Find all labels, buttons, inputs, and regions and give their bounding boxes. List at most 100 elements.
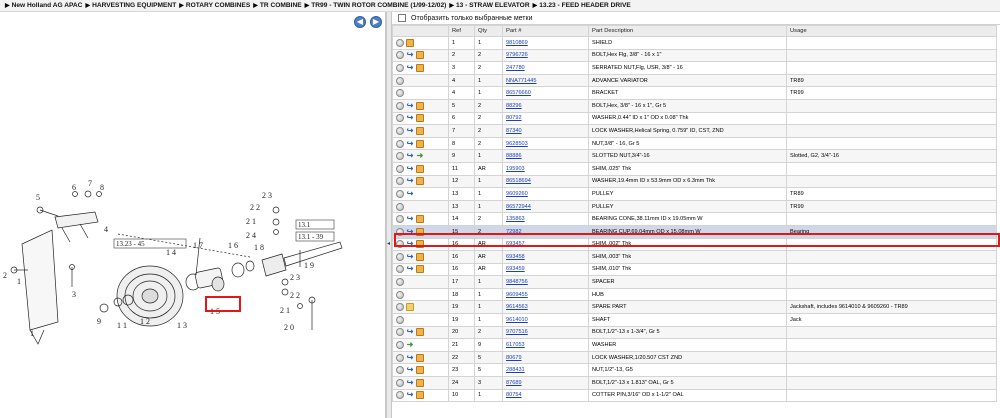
add-to-cart-icon[interactable] <box>396 126 404 135</box>
part-number-link[interactable]: 87340 <box>506 128 522 134</box>
package-icon[interactable] <box>416 252 424 261</box>
add-to-cart-icon[interactable] <box>396 139 404 148</box>
part-number-link[interactable]: NNA771445 <box>506 78 536 84</box>
callout-1b[interactable]: 1 <box>30 329 34 338</box>
col-usage[interactable]: Usage <box>786 25 997 37</box>
package-icon[interactable] <box>406 38 414 47</box>
breadcrumb-item[interactable]: ▶ HARVESTING EQUIPMENT <box>82 2 176 9</box>
breadcrumb-item[interactable]: ▶ TR99 - TWIN ROTOR COMBINE (1/99-12/02) <box>302 2 447 9</box>
add-to-cart-icon[interactable] <box>396 189 404 198</box>
callout-17[interactable]: 1 7 <box>193 241 203 250</box>
link-arrow-icon[interactable]: ↪ <box>406 391 414 399</box>
part-number-link[interactable]: 88886 <box>506 153 522 159</box>
col-desc[interactable]: Part Description <box>588 25 787 37</box>
back-button[interactable]: ◀ <box>354 16 366 28</box>
table-row[interactable]: ↪ 2 2 9796726 BOLT,Hex Flg, 3/8" - 16 x 1" <box>392 48 997 63</box>
go-arrow-icon[interactable]: ➜ <box>406 341 414 349</box>
col-part[interactable]: Part # <box>502 25 589 37</box>
part-number-link[interactable]: 9707516 <box>506 329 528 335</box>
part-number-link[interactable]: 617053 <box>506 342 525 348</box>
section-label-1[interactable]: 13.23 - 45 <box>116 240 145 248</box>
package-icon[interactable] <box>416 126 424 135</box>
forward-button[interactable]: ▶ <box>370 16 382 28</box>
table-row[interactable]: ↪ 14 2 135863 BEARING CONE,38.11mm ID x 19.0… <box>392 212 997 226</box>
part-number-link[interactable]: 247780 <box>506 65 525 71</box>
table-row[interactable]: ↪ 16 AR 693458 SHIM,.003" Thk <box>392 250 997 264</box>
link-arrow-icon[interactable]: ↪ <box>406 240 414 248</box>
add-to-cart-icon[interactable] <box>396 76 404 85</box>
part-number-link[interactable]: 693459 <box>506 266 525 272</box>
part-number-link[interactable]: 88296 <box>506 103 522 109</box>
table-row[interactable]: 1 1 9810869 SHIELD <box>392 36 997 50</box>
callout-14[interactable]: 1 4 <box>166 248 176 257</box>
table-row[interactable]: ↪ ➜ 9 1 88886 SLOTTED NUT,3/4"-16 Slotted, G2,… <box>392 149 997 163</box>
package-icon[interactable] <box>416 240 424 249</box>
add-to-cart-icon[interactable] <box>396 101 404 110</box>
link-arrow-icon[interactable]: ↪ <box>406 328 414 336</box>
callout-13[interactable]: 1 3 <box>177 321 187 330</box>
package-icon[interactable] <box>416 378 424 387</box>
link-arrow-icon[interactable]: ↪ <box>406 164 414 173</box>
add-to-cart-icon[interactable] <box>396 164 404 173</box>
table-row[interactable]: ↪ 13 1 9609260 PULLEY TR89 <box>392 187 997 201</box>
part-number-link[interactable]: 9810869 <box>506 40 528 46</box>
part-number-link[interactable]: 86576660 <box>506 90 531 96</box>
part-number-link[interactable]: 135863 <box>506 216 525 222</box>
show-selected-checkbox[interactable] <box>398 14 406 22</box>
breadcrumb-item[interactable]: ▶ 13.23 - FEED HEADER DRIVE <box>530 2 631 9</box>
package-icon[interactable] <box>416 391 424 400</box>
link-arrow-icon[interactable]: ↪ <box>406 51 414 59</box>
breadcrumb-label[interactable]: New Holland AG APAC <box>12 2 83 9</box>
callout-22a[interactable]: 2 2 <box>250 203 260 212</box>
folder-icon[interactable] <box>406 303 414 312</box>
link-arrow-icon[interactable]: ↪ <box>406 114 414 122</box>
table-row[interactable]: ↪ 7 2 87340 LOCK WASHER,Helical Spring, 0.75… <box>392 124 997 138</box>
package-icon[interactable] <box>416 164 424 173</box>
breadcrumb-label[interactable]: 13.23 - FEED HEADER DRIVE <box>539 2 631 9</box>
callout-6[interactable]: 6 <box>72 183 76 192</box>
part-number-link[interactable]: 86572944 <box>506 204 531 210</box>
callout-22b[interactable]: 2 2 <box>290 291 300 300</box>
part-number-link[interactable]: 86518694 <box>506 178 531 184</box>
breadcrumb-label[interactable]: HARVESTING EQUIPMENT <box>92 2 176 9</box>
col-qty[interactable]: Qty <box>474 25 503 37</box>
package-icon[interactable] <box>416 353 424 362</box>
table-row[interactable]: ↪ 3 2 247780 SERRATED NUT,Flg, USR, 3/8" - 1… <box>392 61 997 75</box>
table-row[interactable]: ↪ 20 2 9707516 BOLT,1/2"-13 x 1-3/4", Gr 5 <box>392 325 997 340</box>
part-number-link[interactable]: 9628503 <box>506 141 528 147</box>
table-row[interactable]: ↪ 24 3 87689 BOLT,1/2"-13 x 1.813" OAL, Gr 5 <box>392 376 997 390</box>
part-number-link[interactable]: 9614563 <box>506 304 528 310</box>
breadcrumb-label[interactable]: ROTARY COMBINES <box>186 2 250 9</box>
exploded-parts-diagram[interactable]: 1 2 5 1 6 7 8 4 3 9 1 1 1 2 1 3 1 4 1 7 … <box>0 172 386 372</box>
package-icon[interactable] <box>416 63 424 72</box>
callout-24[interactable]: 2 4 <box>246 231 256 240</box>
table-row[interactable]: 19 1 9614563 SPARE PART Jackshaft, includes … <box>392 300 997 315</box>
link-arrow-icon[interactable]: ↪ <box>406 215 414 223</box>
section-label-3[interactable]: 13.1 - 39 <box>298 233 324 241</box>
callout-11[interactable]: 1 1 <box>117 321 127 330</box>
add-to-cart-icon[interactable] <box>396 303 404 312</box>
table-row[interactable]: ↪ 11 AR 195903 SHIM,.025" Thk <box>392 161 997 176</box>
table-row[interactable]: 13 1 86572944 PULLEY TR99 <box>392 199 997 214</box>
table-row[interactable]: ↪ 10 1 80754 COTTER PIN,3/16" OD x 1-1/2" OA… <box>392 388 997 403</box>
add-to-cart-icon[interactable] <box>396 114 404 123</box>
part-number-link[interactable]: 80754 <box>506 392 522 398</box>
link-arrow-icon[interactable]: ↪ <box>406 63 414 72</box>
add-to-cart-icon[interactable] <box>396 366 404 375</box>
part-number-link[interactable]: 72982 <box>506 229 522 235</box>
add-to-cart-icon[interactable] <box>396 278 404 287</box>
table-row[interactable]: ↪ 22 5 80679 LOCK WASHER,1/20.507 CST ZND <box>392 350 997 365</box>
callout-21a[interactable]: 2 1 <box>246 217 256 226</box>
package-icon[interactable] <box>416 51 424 60</box>
package-icon[interactable] <box>416 328 424 337</box>
add-to-cart-icon[interactable] <box>396 328 404 337</box>
add-to-cart-icon[interactable] <box>396 202 404 211</box>
breadcrumb-label[interactable]: TR COMBINE <box>260 2 302 9</box>
link-arrow-icon[interactable]: ↪ <box>406 126 414 135</box>
table-row[interactable]: ↪ 6 2 80792 WASHER,0.44" ID x 1" OD x 0.08" … <box>392 111 997 126</box>
breadcrumb-item[interactable]: ▶ 13 - STRAW ELEVATOR <box>446 2 529 9</box>
package-icon[interactable] <box>416 177 424 186</box>
table-row[interactable]: ↪ 5 2 88296 BOLT,Hex, 3/8" - 16 x 1", Gr 5 <box>392 98 997 113</box>
link-arrow-icon[interactable]: ↪ <box>406 252 414 261</box>
part-number-link[interactable]: 195903 <box>506 166 525 172</box>
